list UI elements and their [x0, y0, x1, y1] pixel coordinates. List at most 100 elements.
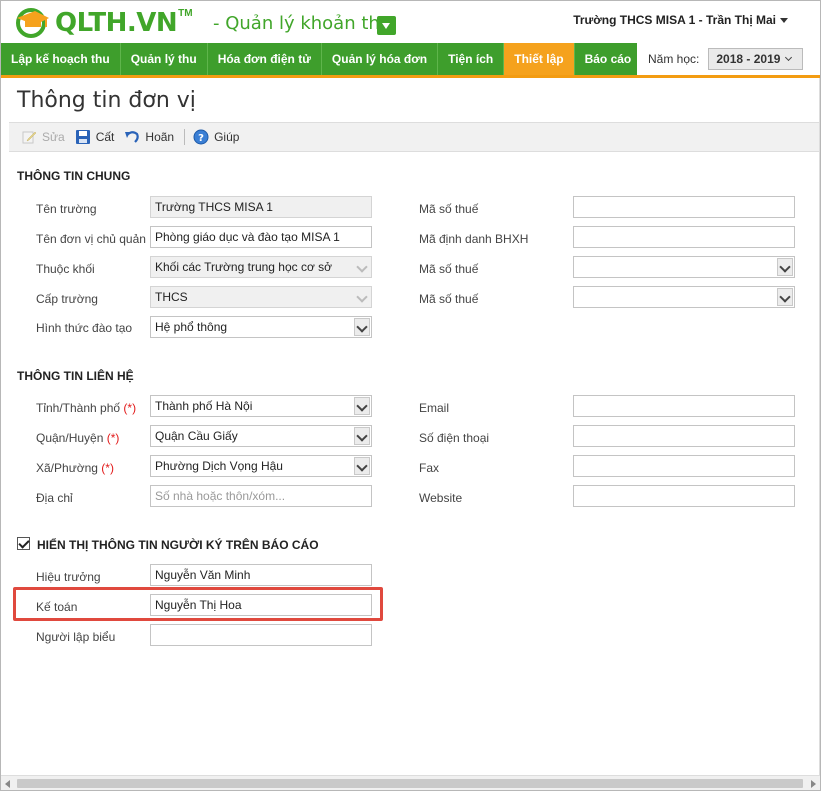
fax-input[interactable]	[573, 455, 795, 477]
required-mark: (*)	[101, 461, 114, 475]
tax-code-field[interactable]	[573, 196, 795, 218]
toolbar: Sửa Cất Hoãn ? Giúp	[9, 122, 820, 152]
email-label: Email	[419, 401, 450, 415]
user-menu[interactable]: Trường THCS MISA 1 - Trần Thị Mai	[573, 13, 788, 27]
undo-button[interactable]: Hoãn	[124, 129, 174, 145]
chevron-down-icon	[354, 288, 370, 306]
help-button[interactable]: ? Giúp	[193, 129, 239, 145]
tax-code3-label: Mã số thuế	[419, 292, 479, 306]
tax-code3-select[interactable]	[573, 286, 795, 308]
training-value: Hệ phổ thông	[155, 320, 228, 334]
scrollbar-thumb[interactable]	[17, 779, 803, 788]
phone-label: Số điện thoại	[419, 431, 490, 445]
school-year-label: Năm học:	[648, 52, 700, 66]
nav-item-manage-invoice[interactable]: Quản lý hóa đơn	[322, 43, 439, 75]
level-value: THCS	[155, 290, 188, 304]
caret-down-icon	[780, 17, 788, 23]
chevron-down-icon[interactable]	[777, 258, 793, 276]
level-select: THCS	[150, 286, 372, 308]
required-mark: (*)	[106, 431, 120, 445]
province-label: Tỉnh/Thành phố (*)	[36, 401, 136, 415]
tax-code2-select[interactable]	[573, 256, 795, 278]
ward-label: Xã/Phường (*)	[36, 461, 114, 475]
address-input[interactable]: Số nhà hoặc thôn/xóm...	[150, 485, 372, 507]
district-select[interactable]: Quận Cầu Giấy	[150, 425, 372, 447]
chevron-down-icon[interactable]	[354, 397, 370, 415]
nav-item-utilities[interactable]: Tiện ích	[438, 43, 505, 75]
school-year-value: 2018 - 2019	[716, 52, 781, 66]
chevron-down-icon[interactable]	[777, 288, 793, 306]
save-button[interactable]: Cất	[75, 129, 115, 145]
undo-label: Hoãn	[145, 130, 175, 144]
required-mark: (*)	[123, 401, 137, 415]
level-label: Cấp trường	[36, 292, 98, 306]
phone-input[interactable]	[573, 425, 795, 447]
province-select[interactable]: Thành phố Hà Nội	[150, 395, 372, 417]
school-name-field: Trường THCS MISA 1	[150, 196, 372, 218]
graduation-cap-logo-icon	[16, 8, 49, 38]
training-select[interactable]: Hệ phổ thông	[150, 316, 372, 338]
preparer-label: Người lập biểu	[36, 630, 116, 644]
show-signers-checkbox[interactable]	[17, 537, 30, 550]
bhxh-field[interactable]	[573, 226, 795, 248]
contact-info-title: THÔNG TIN LIÊN HỆ	[17, 369, 134, 383]
page-title: Thông tin đơn vị	[17, 88, 196, 113]
tax-code-label: Mã số thuế	[419, 202, 479, 216]
address-label: Địa chỉ	[36, 491, 73, 505]
block-select: Khối các Trường trung học cơ sở	[150, 256, 372, 278]
website-input[interactable]	[573, 485, 795, 507]
preparer-input[interactable]	[150, 624, 372, 646]
scroll-left-icon[interactable]	[5, 780, 10, 788]
chevron-down-icon[interactable]	[354, 427, 370, 445]
help-label: Giúp	[214, 130, 240, 144]
website-label: Website	[419, 491, 463, 505]
bhxh-label: Mã định danh BHXH	[419, 232, 529, 246]
principal-input[interactable]: Nguyễn Văn Minh	[150, 564, 372, 586]
nav-item-e-invoice[interactable]: Hóa đơn điện tử	[208, 43, 322, 75]
parent-unit-label: Tên đơn vị chủ quản	[36, 232, 146, 246]
scroll-right-icon[interactable]	[811, 780, 816, 788]
tax-code2-label: Mã số thuế	[419, 262, 479, 276]
vertical-divider	[819, 78, 820, 775]
province-value: Thành phố Hà Nội	[155, 399, 253, 413]
pencil-icon	[22, 131, 37, 144]
app-logo[interactable]: QLTH.VN TM	[9, 5, 193, 41]
district-label-text: Quận/Huyện	[36, 431, 104, 445]
nav-item-manage-fees[interactable]: Quản lý thu	[121, 43, 208, 75]
email-input[interactable]	[573, 395, 795, 417]
toolbar-divider	[184, 129, 186, 145]
chevron-down-icon[interactable]	[354, 318, 370, 336]
fax-label: Fax	[419, 461, 440, 475]
block-value: Khối các Trường trung học cơ sở	[155, 260, 333, 274]
nav-item-reports[interactable]: Báo cáo	[575, 43, 643, 75]
chevron-down-icon[interactable]	[354, 457, 370, 475]
save-label: Cất	[95, 130, 115, 144]
province-label-text: Tỉnh/Thành phố	[36, 401, 121, 415]
principal-label: Hiệu trưởng	[36, 570, 101, 584]
block-label: Thuộc khối	[36, 262, 95, 276]
logo-trademark: TM	[178, 7, 193, 19]
district-value: Quận Cầu Giấy	[155, 429, 238, 443]
district-label: Quận/Huyện (*)	[36, 431, 119, 445]
app-name: - Quản lý khoản thu	[213, 13, 392, 34]
app-switcher-dropdown-icon[interactable]	[377, 16, 396, 35]
school-name-label: Tên trường	[36, 202, 97, 216]
horizontal-scrollbar[interactable]	[1, 775, 820, 790]
floppy-disk-icon	[75, 130, 90, 144]
svg-text:?: ?	[198, 133, 204, 144]
nav-item-plan[interactable]: Lập kế hoạch thu	[1, 43, 121, 75]
signers-title: HIỂN THỊ THÔNG TIN NGƯỜI KÝ TRÊN BÁO CÁO	[37, 538, 319, 552]
school-year-select[interactable]: 2018 - 2019	[708, 48, 804, 70]
nav-item-settings[interactable]: Thiết lập	[504, 43, 575, 75]
chevron-down-icon	[785, 53, 793, 62]
training-label: Hình thức đào tạo	[36, 321, 133, 335]
ward-label-text: Xã/Phường	[36, 461, 98, 475]
school-year-box: Năm học: 2018 - 2019	[637, 43, 820, 75]
parent-unit-field[interactable]: Phòng giáo dục và đào tạo MISA 1	[150, 226, 372, 248]
general-info-title: THÔNG TIN CHUNG	[17, 169, 131, 183]
undo-arrow-icon	[125, 131, 140, 143]
help-question-icon: ?	[193, 129, 209, 145]
edit-button[interactable]: Sửa	[21, 129, 65, 145]
ward-value: Phường Dịch Vọng Hậu	[155, 459, 283, 473]
ward-select[interactable]: Phường Dịch Vọng Hậu	[150, 455, 372, 477]
